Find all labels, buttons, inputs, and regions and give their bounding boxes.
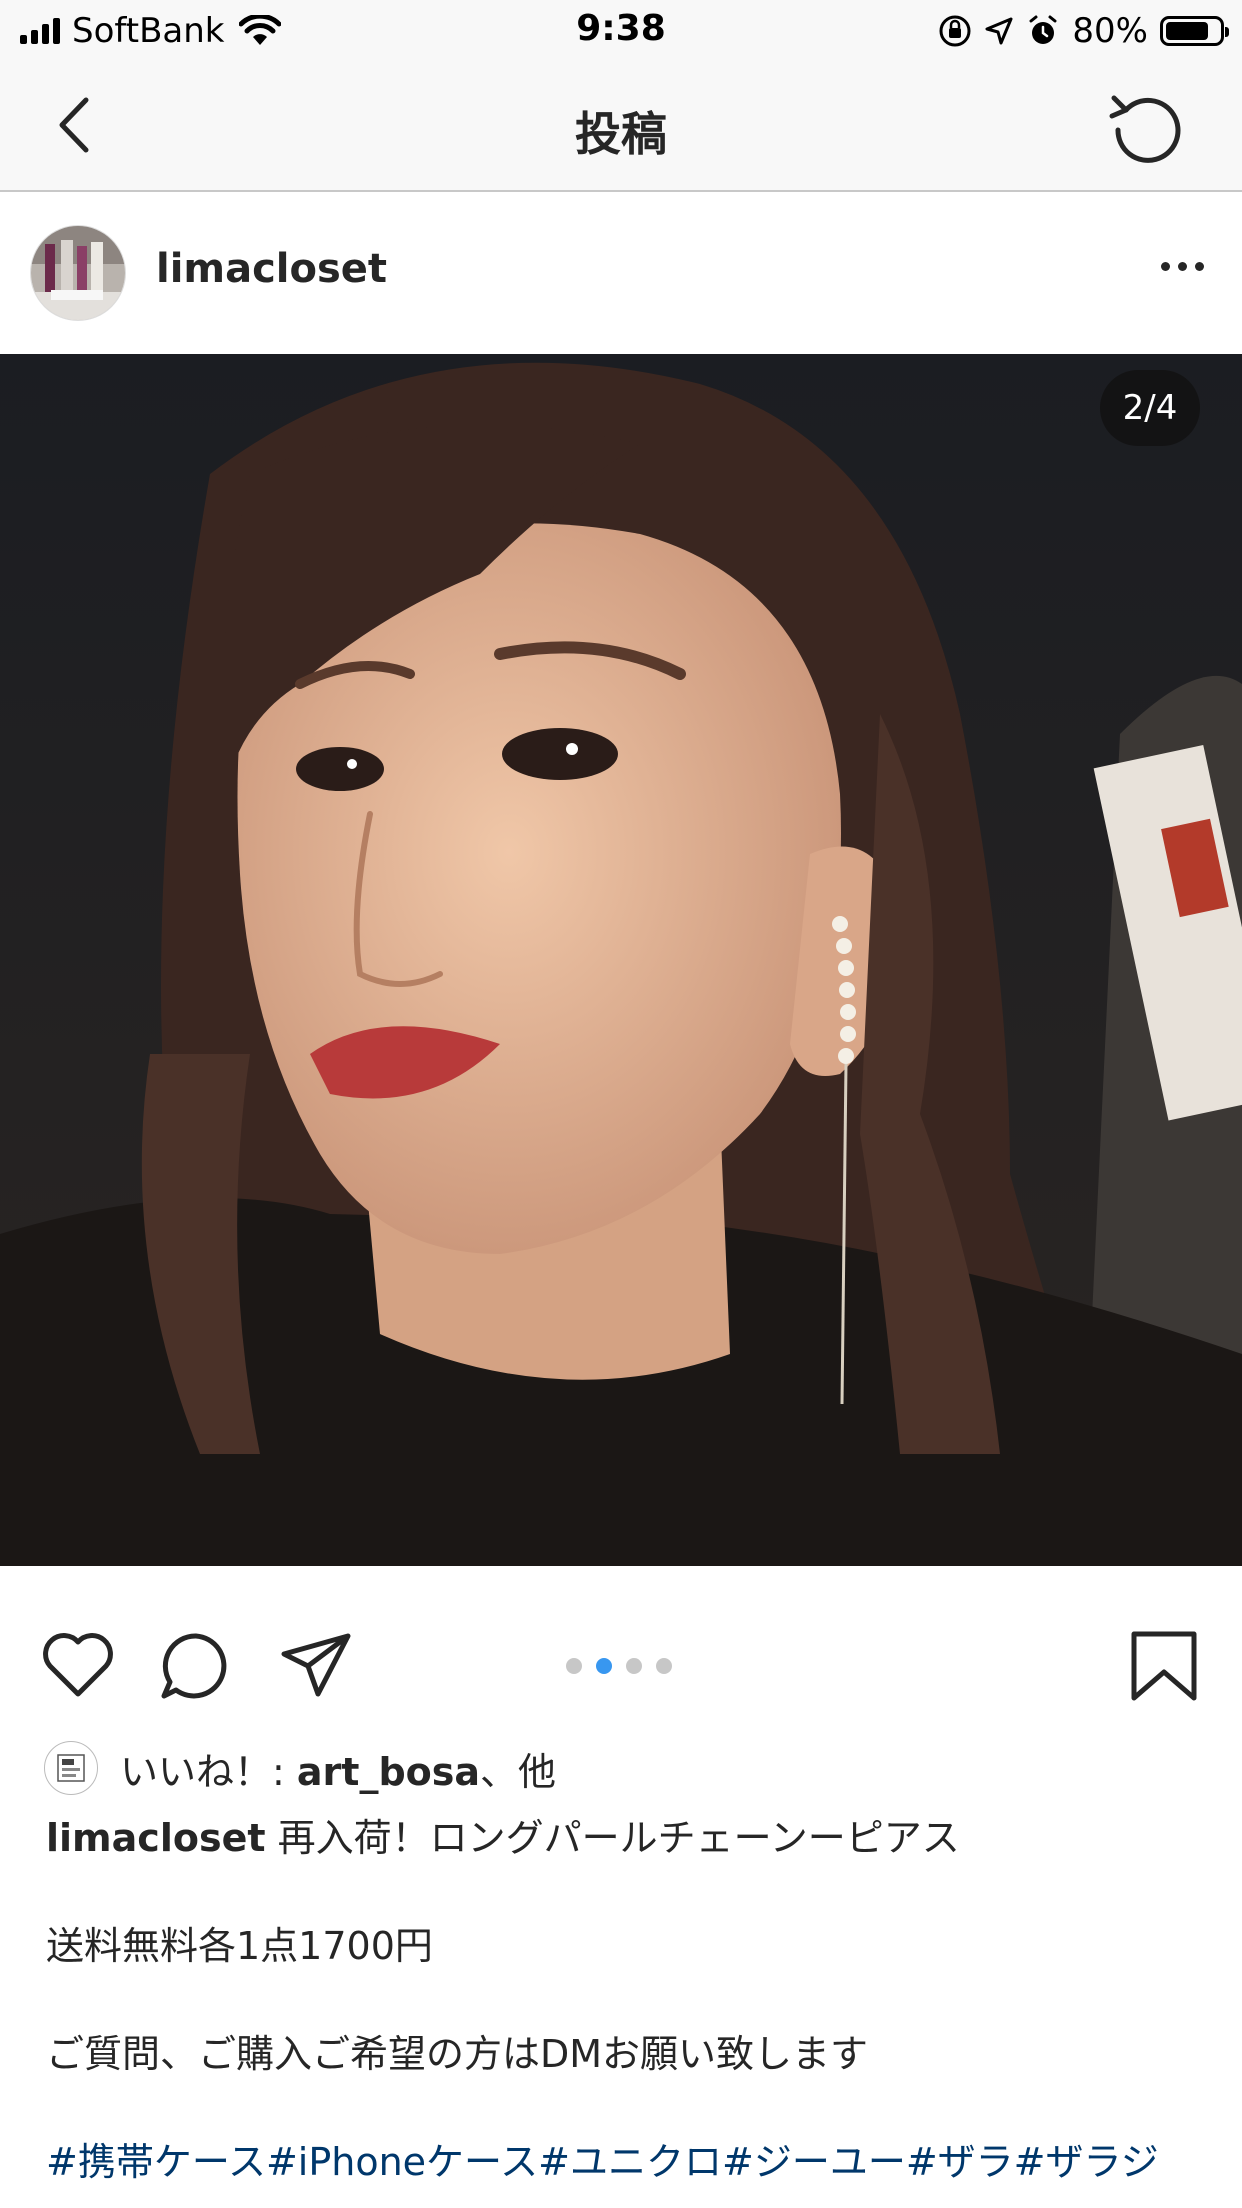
orientation-lock-icon: [939, 15, 971, 47]
liker-avatar: [44, 1741, 98, 1795]
likes-suffix[interactable]: 、他: [480, 1750, 556, 1794]
comment-icon[interactable]: [158, 1628, 234, 1704]
carousel-dot: [626, 1658, 642, 1674]
post-actions: [0, 1566, 1242, 1730]
refresh-icon[interactable]: [1104, 84, 1188, 168]
battery-percent: 80%: [1072, 11, 1148, 51]
status-bar: SoftBank 9:38 80%: [0, 0, 1242, 62]
caption-hashtags[interactable]: #携帯ケース#iPhoneケース#ユニクロ#ジーユー#ザラ#ザラジ: [46, 2134, 1206, 2190]
page-title: 投稿: [575, 107, 667, 161]
post-image: [0, 354, 1242, 1566]
status-right: 80%: [938, 10, 1229, 52]
caption-text: 再入荷！ロングパールチェーンーピアス: [265, 1816, 960, 1860]
avatar[interactable]: [30, 225, 126, 321]
likes-row[interactable]: いいね！: art_bosa、他: [44, 1740, 556, 1796]
likes-prefix: いいね！:: [120, 1749, 297, 1794]
caption-line: limacloset 再入荷！ロングパールチェーンーピアス: [46, 1810, 1206, 1866]
post-caption: limacloset 再入荷！ロングパールチェーンーピアス 送料無料各1点170…: [46, 1810, 1206, 2190]
likes-text: いいね！: art_bosa、他: [120, 1741, 556, 1796]
post-header: limacloset: [0, 192, 1242, 354]
alarm-icon: [1029, 15, 1057, 44]
share-icon[interactable]: [278, 1628, 354, 1704]
location-arrow-icon: [985, 17, 1013, 45]
post-username[interactable]: limacloset: [156, 246, 387, 292]
carousel-dot: [596, 1658, 612, 1674]
heart-icon[interactable]: [40, 1628, 116, 1704]
more-horizontal-icon[interactable]: [1161, 262, 1204, 271]
liker-username[interactable]: art_bosa: [297, 1750, 480, 1794]
carousel-dot: [656, 1658, 672, 1674]
caption-price-line: 送料無料各1点1700円: [46, 1924, 433, 1968]
post-photo[interactable]: [0, 354, 1242, 1566]
caption-username[interactable]: limacloset: [46, 1816, 266, 1860]
battery-fill: [1166, 22, 1208, 40]
image-counter: 2/4: [1100, 370, 1200, 446]
battery-icon: [1160, 16, 1229, 46]
carousel-dot: [566, 1658, 582, 1674]
bookmark-icon[interactable]: [1126, 1628, 1202, 1704]
caption-contact-line: ご質問、ご購入ご希望の方はDMお願い致します: [46, 2032, 869, 2076]
navigation-bar: 投稿: [0, 62, 1242, 192]
carousel-indicator: [566, 1658, 672, 1674]
